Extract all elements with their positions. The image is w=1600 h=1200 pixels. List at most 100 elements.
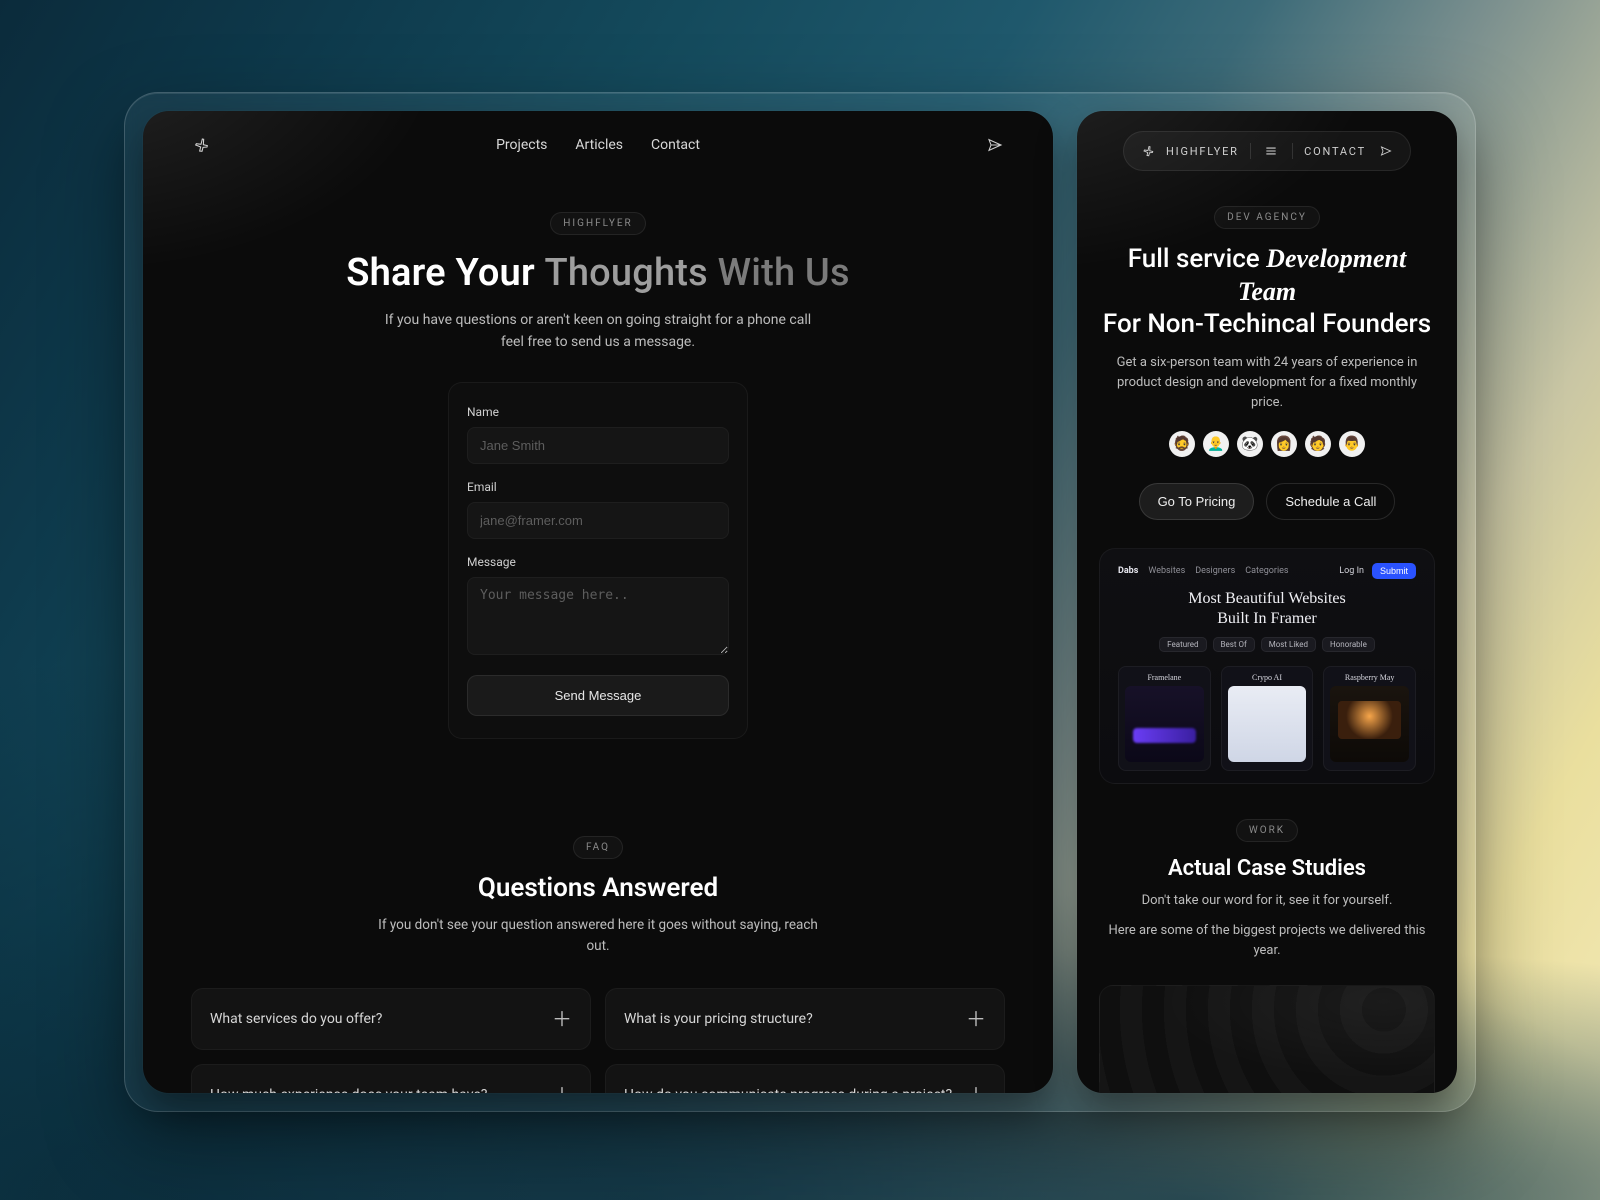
avatar: 👨‍🦲: [1203, 431, 1229, 457]
showcase-grid: Framelane Crypo AI Raspberry May: [1118, 666, 1416, 771]
showcase-nav-item[interactable]: Designers: [1195, 566, 1235, 576]
agency-pill: DEV AGENCY: [1214, 206, 1320, 229]
mobile-navbar: HIGHFLYER CONTACT: [1123, 131, 1411, 171]
team-avatars: 🧔 👨‍🦲 🐼 👩 🧑 👨: [1101, 431, 1433, 457]
message-textarea[interactable]: [467, 577, 729, 655]
avatar: 👨: [1339, 431, 1365, 457]
nav-projects[interactable]: Projects: [496, 137, 547, 153]
showcase-chips: Featured Best Of Most Liked Honorable: [1118, 637, 1416, 652]
plane-icon: [1138, 141, 1158, 161]
faq-question: What is your pricing structure?: [624, 1011, 813, 1027]
chip[interactable]: Honorable: [1322, 637, 1375, 652]
nav-links: Projects Articles Contact: [496, 137, 700, 153]
card-caption: Framelane: [1125, 673, 1204, 682]
card-thumb: [1125, 686, 1204, 762]
work-pill: WORK: [1236, 819, 1298, 842]
showcase-title-line1: Most Beautiful Websites: [1188, 590, 1346, 607]
faq-section: FAQ Questions Answered If you don't see …: [143, 835, 1053, 1093]
schedule-call-button[interactable]: Schedule a Call: [1266, 483, 1395, 520]
faq-item[interactable]: How do you communicate progress during a…: [605, 1064, 1005, 1093]
showcase-card-item[interactable]: Crypo AI: [1221, 666, 1314, 771]
avatar: 🐼: [1237, 431, 1263, 457]
showcase-card: Dabs Websites Designers Categories Log I…: [1099, 548, 1435, 784]
showcase-nav-item[interactable]: Categories: [1245, 566, 1288, 576]
contact-hero: HIGHFLYER Share Your Thoughts With Us If…: [143, 211, 1053, 739]
brand-text: HIGHFLYER: [1166, 145, 1239, 158]
page-title: Share Your Thoughts With Us: [203, 251, 993, 295]
chip[interactable]: Most Liked: [1261, 637, 1316, 652]
avatar: 🧑: [1305, 431, 1331, 457]
message-label: Message: [467, 555, 729, 569]
send-icon[interactable]: [1376, 141, 1396, 161]
mobile-nav-right: CONTACT: [1304, 141, 1396, 161]
faq-subtitle: If you don't see your question answered …: [378, 915, 818, 958]
contact-form: Name Email Message Send Message: [448, 382, 748, 739]
work-title: Actual Case Studies: [1101, 856, 1433, 881]
work-line1: Don't take our word for it, see it for y…: [1101, 891, 1433, 911]
plus-icon: ＋: [552, 1085, 572, 1093]
showcase-title-line2: Built In Framer: [1217, 610, 1317, 627]
send-icon[interactable]: [985, 135, 1005, 155]
faq-item[interactable]: How much experience does your team have?…: [191, 1064, 591, 1093]
mobile-title: Full service Development Team For Non-Te…: [1101, 243, 1433, 341]
faq-question: How much experience does your team have?: [210, 1087, 487, 1093]
faq-question: What services do you offer?: [210, 1011, 382, 1027]
showcase-card-item[interactable]: Framelane: [1118, 666, 1211, 771]
name-label: Name: [467, 405, 729, 419]
mobile-panel: HIGHFLYER CONTACT DEV AGENCY Full servic…: [1077, 111, 1457, 1093]
card-caption: Raspberry May: [1330, 673, 1409, 682]
card-caption: Crypo AI: [1228, 673, 1307, 682]
showcase-nav-item[interactable]: Websites: [1148, 566, 1185, 576]
showcase-login[interactable]: Log In: [1339, 566, 1364, 576]
card-thumb: [1330, 686, 1409, 762]
chip[interactable]: Best Of: [1213, 637, 1255, 652]
faq-title: Questions Answered: [191, 873, 1005, 903]
showcase-card-item[interactable]: Raspberry May: [1323, 666, 1416, 771]
plus-icon: ＋: [966, 1085, 986, 1093]
mobile-hero: DEV AGENCY Full service Development Team…: [1077, 205, 1457, 520]
nav-contact[interactable]: Contact: [651, 137, 700, 153]
faq-grid: What services do you offer? ＋ What is yo…: [191, 988, 1005, 1093]
work-line2: Here are some of the biggest projects we…: [1101, 921, 1433, 961]
menu-icon[interactable]: [1261, 141, 1281, 161]
email-label: Email: [467, 480, 729, 494]
mobile-contact-link[interactable]: CONTACT: [1304, 145, 1366, 158]
nav-articles[interactable]: Articles: [575, 137, 623, 153]
email-input[interactable]: [467, 502, 729, 539]
work-section: WORK Actual Case Studies Don't take our …: [1077, 818, 1457, 961]
go-to-pricing-button[interactable]: Go To Pricing: [1139, 483, 1255, 520]
showcase-topbar: Dabs Websites Designers Categories Log I…: [1118, 563, 1416, 579]
faq-item[interactable]: What is your pricing structure? ＋: [605, 988, 1005, 1050]
separator: [1250, 143, 1251, 159]
plus-icon: ＋: [552, 1009, 572, 1029]
mobile-brand[interactable]: HIGHFLYER: [1138, 141, 1239, 161]
send-message-button[interactable]: Send Message: [467, 675, 729, 716]
brand-pill: HIGHFLYER: [550, 212, 645, 235]
chip[interactable]: Featured: [1159, 637, 1206, 652]
faq-question: How do you communicate progress during a…: [624, 1087, 952, 1093]
desktop-navbar: Projects Articles Contact: [143, 111, 1053, 155]
title-strong: Share Your: [346, 251, 544, 295]
avatar: 👩: [1271, 431, 1297, 457]
showcase-title: Most Beautiful Websites Built In Framer: [1118, 589, 1416, 629]
showcase-submit-button[interactable]: Submit: [1372, 563, 1416, 579]
avatar: 🧔: [1169, 431, 1195, 457]
name-input[interactable]: [467, 427, 729, 464]
mobile-title-line2: For Non-Techincal Founders: [1101, 308, 1433, 341]
separator: [1292, 143, 1293, 159]
faq-item[interactable]: What services do you offer? ＋: [191, 988, 591, 1050]
card-thumb: [1228, 686, 1307, 762]
cta-row: Go To Pricing Schedule a Call: [1101, 483, 1433, 520]
plus-icon: ＋: [966, 1009, 986, 1029]
glass-stage: Projects Articles Contact HIGHFLYER Shar…: [124, 92, 1476, 1112]
plane-icon[interactable]: [191, 135, 211, 155]
desktop-panel: Projects Articles Contact HIGHFLYER Shar…: [143, 111, 1053, 1093]
hero-subtitle: If you have questions or aren't keen on …: [383, 309, 813, 354]
title-soft: Thoughts: [544, 251, 717, 295]
faq-pill: FAQ: [573, 836, 623, 859]
mobile-title-line1a: Full service: [1128, 244, 1266, 274]
showcase-brand: Dabs: [1118, 566, 1138, 576]
mobile-subtitle: Get a six-person team with 24 years of e…: [1101, 353, 1433, 413]
case-study-preview[interactable]: [1099, 985, 1435, 1093]
title-softer: With Us: [718, 251, 850, 295]
